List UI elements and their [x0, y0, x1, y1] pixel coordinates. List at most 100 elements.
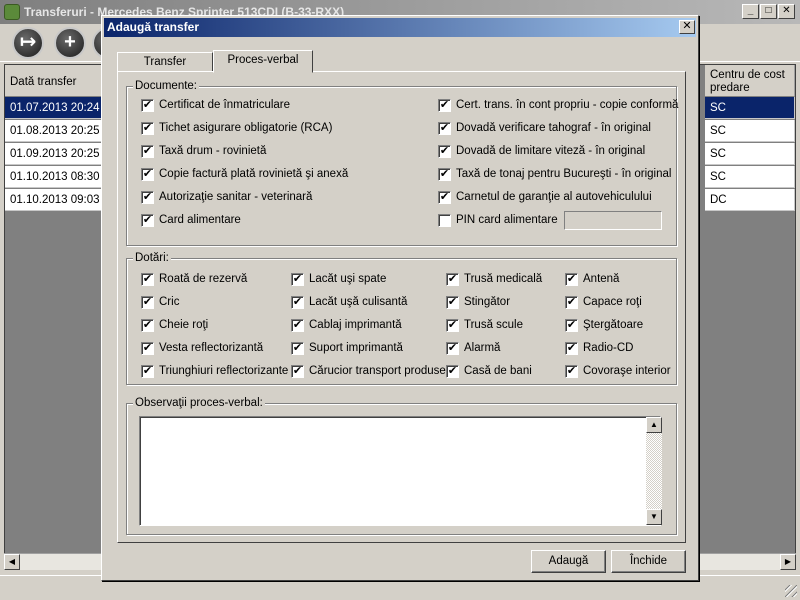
grid-cell-centre[interactable]: SC — [705, 97, 795, 119]
checkbox-label: Covoraşe interior — [583, 365, 671, 377]
checkbox-label: Taxă de tonaj pentru Bucureşti - în orig… — [456, 168, 672, 180]
checkbox-label: Antenă — [583, 273, 620, 285]
checkbox-box[interactable]: ✔ — [438, 168, 451, 181]
checkbox-box[interactable]: ✔ — [438, 191, 451, 204]
checkbox-label: Trusă medicală — [464, 273, 543, 285]
checkbox-label: Tichet asigurare obligatorie (RCA) — [159, 122, 333, 134]
checkbox-box[interactable]: ✔ — [291, 296, 304, 309]
checkbox-box[interactable]: ✔ — [291, 319, 304, 332]
checkbox-box[interactable]: ✔ — [438, 99, 451, 112]
checkbox-box[interactable]: ✔ — [291, 273, 304, 286]
scroll-down-icon[interactable]: ▼ — [646, 509, 662, 525]
add-button[interactable]: Adaugă — [531, 550, 606, 573]
checkbox-label: Autorizaţie sanitar - veterinară — [159, 191, 313, 203]
checkbox-label: Dovadă de limitare viteză - în original — [456, 145, 646, 157]
checkbox-box[interactable]: ✔ — [141, 99, 154, 112]
scroll-track[interactable] — [646, 433, 662, 509]
checkbox-box[interactable]: ✔ — [141, 145, 154, 158]
checkbox-label: Trusă scule — [464, 319, 524, 331]
dialog-titlebar: Adaugă transfer — [104, 18, 696, 37]
column-header-centre[interactable]: Centru de cost predare — [705, 65, 795, 97]
dialog-title: Adaugă transfer — [107, 20, 200, 34]
minimize-button[interactable]: _ — [742, 4, 759, 19]
add-transfer-dialog: Adaugă transfer ✕ Transfer Proces-verbal… — [101, 15, 699, 581]
checkbox-label: Suport imprimantă — [309, 342, 403, 354]
checkbox-box[interactable]: ✔ — [141, 319, 154, 332]
observatii-title: Observaţii proces-verbal: — [133, 397, 265, 410]
grid-cell-centre[interactable]: DC — [705, 189, 795, 211]
observatii-group: Observaţii proces-verbal: ▲ ▼ — [126, 397, 677, 535]
checkbox-label: Certificat de înmatriculare — [159, 99, 291, 111]
checkbox-box[interactable]: ✔ — [446, 342, 459, 355]
checkbox-box[interactable]: ✔ — [438, 145, 451, 158]
checkbox-box[interactable]: ✔ — [565, 273, 578, 286]
observatii-scrollbar[interactable]: ▲ ▼ — [646, 417, 662, 525]
scroll-right-icon[interactable]: ▶ — [780, 554, 796, 570]
app-icon — [4, 4, 20, 20]
checkbox-box[interactable]: ✔ — [565, 342, 578, 355]
checkbox-label: Radio-CD — [583, 342, 634, 354]
checkbox-box[interactable]: ✔ — [291, 342, 304, 355]
checkbox-box[interactable]: ✔ — [565, 365, 578, 378]
checkbox-label: Cablaj imprimantă — [309, 319, 402, 331]
dotari-title: Dotări: — [133, 252, 171, 265]
checkbox-box[interactable]: ✔ — [291, 365, 304, 378]
checkbox-box[interactable] — [438, 214, 451, 227]
checkbox-box[interactable]: ✔ — [141, 342, 154, 355]
checkbox-label: PIN card alimentare — [456, 214, 558, 226]
close-window-button[interactable]: ✕ — [778, 4, 795, 19]
checkbox-box[interactable]: ✔ — [565, 319, 578, 332]
checkbox-label: Cheie roţi — [159, 319, 209, 331]
checkbox-box[interactable]: ✔ — [141, 365, 154, 378]
tab-transfer[interactable]: Transfer — [117, 52, 213, 72]
dialog-close-icon[interactable]: ✕ — [679, 20, 695, 34]
checkbox-label: Carnetul de garanţie al autovehiculului — [456, 191, 652, 203]
checkbox-label: Cric — [159, 296, 180, 308]
checkbox-box[interactable]: ✔ — [141, 296, 154, 309]
checkbox-label: Triunghiuri reflectorizante — [159, 365, 289, 377]
scroll-up-icon[interactable]: ▲ — [646, 417, 662, 433]
checkbox-label: Vesta reflectorizantă — [159, 342, 264, 354]
grid-cell-date[interactable]: 01.09.2013 20:25 — [5, 143, 102, 165]
grid-cell-centre[interactable]: SC — [705, 143, 795, 165]
checkbox-label: Stingător — [464, 296, 511, 308]
grid-cell-date[interactable]: 01.07.2013 20:24 — [5, 97, 102, 119]
checkbox-label: Dovadă verificare tahograf - în original — [456, 122, 651, 134]
exit-icon[interactable]: ↦ — [12, 27, 44, 59]
observatii-textarea[interactable] — [139, 416, 661, 526]
checkbox-box[interactable]: ✔ — [565, 296, 578, 309]
checkbox-box[interactable]: ✔ — [141, 273, 154, 286]
pin-card-input[interactable] — [564, 211, 662, 230]
grid-cell-date[interactable]: 01.10.2013 08:30 — [5, 166, 102, 188]
grid-cell-date[interactable]: 01.08.2013 20:25 — [5, 120, 102, 142]
checkbox-box[interactable]: ✔ — [141, 168, 154, 181]
checkbox-label: Casă de bani — [464, 365, 532, 377]
maximize-button[interactable]: □ — [760, 4, 777, 19]
checkbox-box[interactable]: ✔ — [446, 319, 459, 332]
checkbox-label: Roată de rezervă — [159, 273, 248, 285]
tab-proces-verbal[interactable]: Proces-verbal — [213, 50, 313, 73]
checkbox-label: Ştergătoare — [583, 319, 644, 331]
add-icon[interactable]: + — [54, 27, 86, 59]
checkbox-box[interactable]: ✔ — [446, 273, 459, 286]
checkbox-label: Cărucior transport produse — [309, 365, 446, 377]
documente-group: Documente: ✔ Certificat de înmatriculare… — [126, 80, 678, 246]
checkbox-box[interactable]: ✔ — [141, 122, 154, 135]
checkbox-box[interactable]: ✔ — [446, 365, 459, 378]
close-button[interactable]: Închide — [611, 550, 686, 573]
grid-cell-date[interactable]: 01.10.2013 09:03 — [5, 189, 102, 211]
scroll-left-icon[interactable]: ◀ — [4, 554, 20, 570]
checkbox-box[interactable]: ✔ — [438, 122, 451, 135]
checkbox-label: Copie factură plată rovinietă şi anexă — [159, 168, 349, 180]
grid-cell-centre[interactable]: SC — [705, 166, 795, 188]
checkbox-label: Lacăt uşă culisantă — [309, 296, 408, 308]
checkbox-box[interactable]: ✔ — [141, 214, 154, 227]
checkbox-label: Alarmă — [464, 342, 501, 354]
grid-cell-centre[interactable]: SC — [705, 120, 795, 142]
checkbox-label: Taxă drum - rovinietă — [159, 145, 267, 157]
column-header-date[interactable]: Dată transfer — [5, 65, 102, 97]
checkbox-box[interactable]: ✔ — [141, 191, 154, 204]
checkbox-label: Capace roţi — [583, 296, 642, 308]
checkbox-box[interactable]: ✔ — [446, 296, 459, 309]
resize-grip-icon[interactable] — [785, 585, 797, 597]
